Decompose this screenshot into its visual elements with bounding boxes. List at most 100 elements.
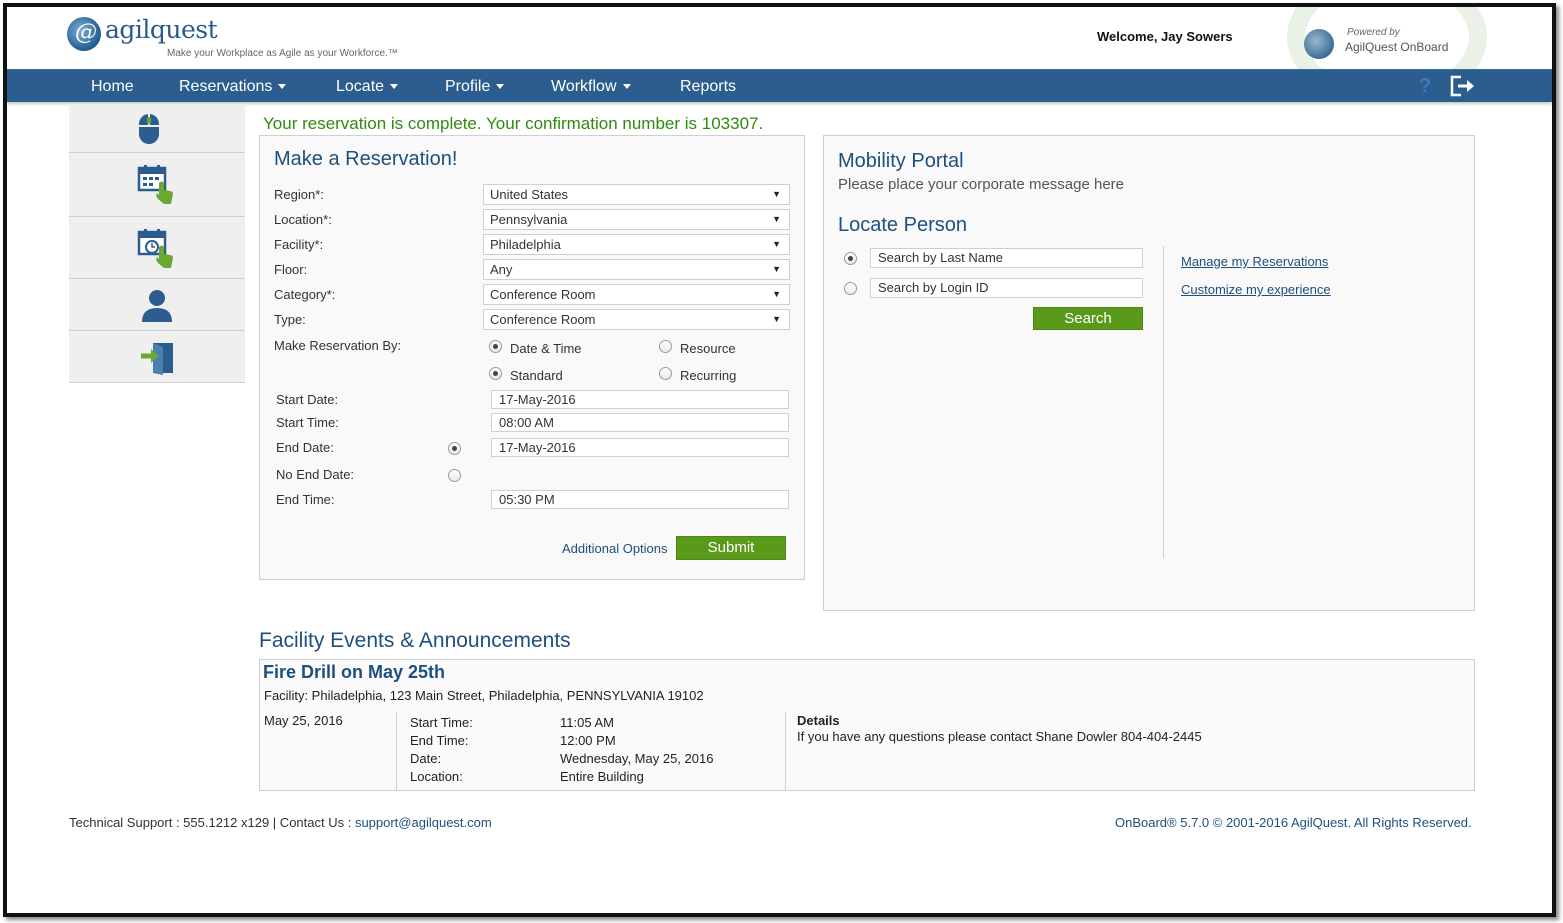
search-last-name-radio[interactable] bbox=[844, 252, 857, 265]
nav-profile-label: Profile bbox=[445, 78, 491, 95]
nav-home-label: Home bbox=[91, 78, 134, 95]
end-time-label: End Time: bbox=[276, 492, 335, 507]
last-name-search-input[interactable]: Search by Last Name bbox=[870, 248, 1143, 268]
sidebar-item-make-reservation[interactable] bbox=[69, 153, 245, 217]
floor-label: Floor: bbox=[274, 262, 308, 277]
logo-name: agilquest bbox=[105, 15, 218, 44]
end-time-input[interactable]: 05:30 PM bbox=[491, 490, 789, 509]
caret-down-icon bbox=[390, 84, 399, 90]
sidebar-item-quick-reserve[interactable] bbox=[69, 104, 245, 153]
event-date-full: Wednesday, May 25, 2016 bbox=[560, 751, 714, 766]
nav-workflow-label: Workflow bbox=[551, 78, 617, 95]
corporate-message: Please place your corporate message here bbox=[838, 176, 1124, 193]
date-label: Date: bbox=[410, 751, 442, 766]
nav-locate-label: Locate bbox=[336, 78, 385, 95]
logo-tagline: Make your Workplace as Agile as your Wor… bbox=[167, 48, 398, 59]
event-location: Entire Building bbox=[560, 769, 644, 784]
event-start-time: 11:05 AM bbox=[560, 715, 614, 730]
end-date-input[interactable]: 17-May-2016 bbox=[491, 438, 789, 457]
manage-reservations-link[interactable]: Manage my Reservations bbox=[1181, 254, 1328, 269]
events-section-title: Facility Events & Announcements bbox=[259, 629, 571, 652]
details-label: Details bbox=[797, 713, 840, 728]
welcome-text: Welcome, Jay Sowers bbox=[1097, 29, 1233, 44]
standard-label: Standard bbox=[510, 368, 563, 383]
main-nav: Home Reservations Locate Profile Workflo… bbox=[7, 69, 1552, 102]
nav-home[interactable]: Home bbox=[91, 78, 134, 96]
powered-by-logo: Powered by AgilQuest OnBoard bbox=[1277, 7, 1497, 69]
location-select[interactable]: Pennsylvania bbox=[483, 209, 790, 230]
onboard-logo-icon bbox=[1304, 29, 1334, 59]
event-facility: Facility: Philadelphia, 123 Main Street,… bbox=[264, 688, 704, 703]
nav-locate[interactable]: Locate bbox=[336, 78, 399, 96]
footer-copyright: OnBoard® 5.7.0 © 2001-2016 AgilQuest. Al… bbox=[1115, 815, 1472, 830]
customize-experience-link[interactable]: Customize my experience bbox=[1181, 282, 1331, 297]
no-end-date-radio[interactable] bbox=[448, 469, 461, 482]
search-button[interactable]: Search bbox=[1033, 307, 1143, 330]
event-card: Fire Drill on May 25th Facility: Philade… bbox=[259, 659, 1475, 791]
date-time-radio[interactable] bbox=[489, 340, 502, 353]
powered-by-label: Powered by bbox=[1347, 27, 1400, 38]
caret-down-icon bbox=[622, 84, 631, 90]
logo-mark-icon bbox=[67, 17, 101, 51]
additional-options-link[interactable]: Additional Options bbox=[562, 541, 668, 556]
mobility-title: Mobility Portal bbox=[838, 150, 964, 172]
sidebar-item-profile[interactable] bbox=[69, 279, 245, 331]
reservation-title: Make a Reservation! bbox=[274, 148, 458, 170]
help-icon[interactable]: ? bbox=[1419, 75, 1431, 98]
standard-radio[interactable] bbox=[489, 367, 502, 380]
calendar-clock-icon bbox=[137, 229, 173, 268]
event-divider-1 bbox=[396, 712, 397, 790]
nav-profile[interactable]: Profile bbox=[445, 78, 505, 96]
end-time-label: End Time: bbox=[410, 733, 469, 748]
end-date-radio[interactable] bbox=[448, 442, 461, 455]
login-id-search-input[interactable]: Search by Login ID bbox=[870, 278, 1143, 298]
type-label: Type: bbox=[274, 312, 306, 327]
region-select[interactable]: United States bbox=[483, 184, 790, 205]
logout-icon[interactable] bbox=[1449, 74, 1477, 98]
recurring-radio[interactable] bbox=[659, 367, 672, 380]
nav-reports[interactable]: Reports bbox=[680, 78, 736, 96]
category-select[interactable]: Conference Room bbox=[483, 284, 790, 305]
location-label: Location: bbox=[410, 769, 463, 784]
event-title: Fire Drill on May 25th bbox=[263, 662, 446, 682]
facility-select[interactable]: Philadelphia bbox=[483, 234, 790, 255]
location-label: Location*: bbox=[274, 212, 332, 227]
confirmation-message: Your reservation is complete. Your confi… bbox=[263, 114, 764, 133]
event-date: May 25, 2016 bbox=[264, 713, 343, 728]
nav-reports-label: Reports bbox=[680, 78, 737, 95]
calendar-touch-icon bbox=[137, 165, 173, 204]
start-time-label: Start Time: bbox=[276, 415, 339, 430]
app-window: agilquest Make your Workplace as Agile a… bbox=[3, 3, 1556, 917]
event-details: If you have any questions please contact… bbox=[797, 729, 1202, 744]
start-date-input[interactable]: 17-May-2016 bbox=[491, 390, 789, 409]
sidebar-item-manage-reservations[interactable] bbox=[69, 217, 245, 279]
region-label: Region*: bbox=[274, 187, 324, 202]
recurring-label: Recurring bbox=[680, 368, 737, 383]
category-label: Category*: bbox=[274, 287, 336, 302]
support-email-link[interactable]: support@agilquest.com bbox=[355, 815, 492, 830]
start-date-label: Start Date: bbox=[276, 392, 339, 407]
sidebar-item-check-in-out[interactable] bbox=[69, 331, 245, 383]
facility-label: Facility*: bbox=[274, 237, 324, 252]
locate-person-title: Locate Person bbox=[838, 214, 967, 236]
sidebar bbox=[69, 104, 245, 383]
submit-button[interactable]: Submit bbox=[676, 536, 786, 560]
resource-radio[interactable] bbox=[659, 340, 672, 353]
event-divider-2 bbox=[785, 712, 786, 790]
support-text: Technical Support : 555.1212 x129 | Cont… bbox=[69, 815, 355, 830]
reservation-panel: Make a Reservation! Region*: United Stat… bbox=[259, 135, 805, 580]
start-time-input[interactable]: 08:00 AM bbox=[491, 413, 789, 432]
mouse-icon bbox=[139, 114, 159, 144]
nav-reservations[interactable]: Reservations bbox=[179, 78, 287, 96]
caret-down-icon bbox=[278, 84, 287, 90]
caret-down-icon bbox=[496, 84, 505, 90]
start-time-label: Start Time: bbox=[410, 715, 473, 730]
search-login-id-radio[interactable] bbox=[844, 282, 857, 295]
powered-product-label: AgilQuest OnBoard bbox=[1345, 40, 1449, 54]
mobility-divider bbox=[1163, 246, 1164, 558]
nav-workflow[interactable]: Workflow bbox=[551, 78, 631, 96]
floor-select[interactable]: Any bbox=[483, 259, 790, 280]
type-select[interactable]: Conference Room bbox=[483, 309, 790, 330]
event-end-time: 12:00 PM bbox=[560, 733, 616, 748]
person-icon bbox=[142, 290, 172, 322]
